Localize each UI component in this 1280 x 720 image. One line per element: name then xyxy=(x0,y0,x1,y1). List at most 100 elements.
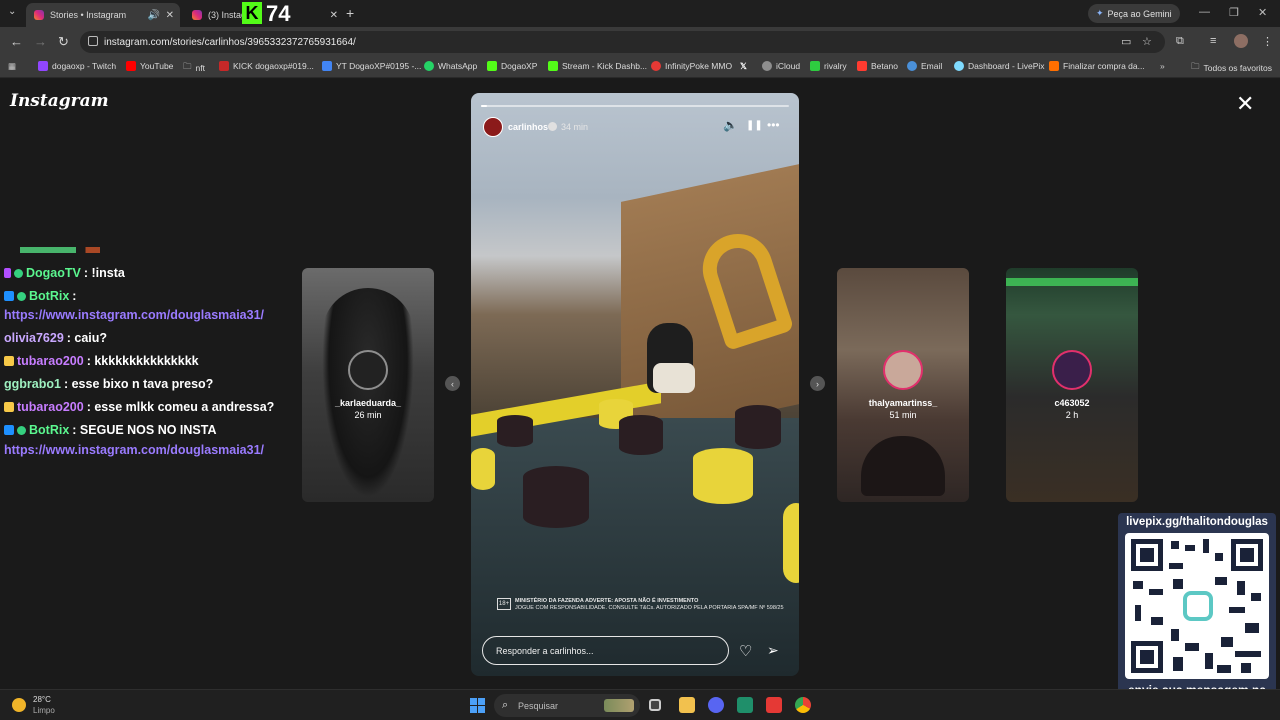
chat-username: tubarao200 xyxy=(17,354,84,368)
bookmark-whatsapp[interactable]: WhatsApp xyxy=(424,61,477,71)
window-close-icon[interactable]: ✕ xyxy=(1258,6,1267,19)
bookmark-infinitypoke[interactable]: InfinityPoke MMO xyxy=(651,61,732,71)
bookmark-twitch[interactable]: dogaoxp - Twitch xyxy=(38,61,116,71)
avatar xyxy=(348,350,388,390)
avatar xyxy=(1052,350,1092,390)
story-author-avatar[interactable] xyxy=(483,117,503,137)
start-windows-icon[interactable] xyxy=(470,698,485,713)
livepix-overlay: livepix.gg/thalitondouglas envie sua men… xyxy=(1118,513,1276,718)
audio-playing-icon[interactable]: 🔊 xyxy=(148,10,160,21)
disclaimer-text: MINISTÉRIO DA FAZENDA ADVERTE: APOSTA NÃ… xyxy=(515,598,785,612)
forward-arrow-icon[interactable]: → xyxy=(34,34,47,49)
main-story[interactable]: carlinhos 34 min 🔈 ❚❚ ••• 18+ MINISTÉRIO… xyxy=(471,93,799,676)
story-preview-image xyxy=(1006,278,1138,286)
rivalry-icon xyxy=(810,61,820,71)
previous-story-button[interactable]: ‹ xyxy=(445,376,460,391)
story-author-username[interactable]: carlinhos xyxy=(508,122,548,132)
restore-icon[interactable]: ❐ xyxy=(1229,6,1239,19)
story-preview-image xyxy=(861,436,945,496)
tab-title: (3) Instag xyxy=(208,10,247,20)
story-timestamp: 34 min xyxy=(561,122,589,132)
instagram-favicon-icon xyxy=(34,10,44,20)
extensions-icon[interactable]: ⧉ xyxy=(1176,35,1184,48)
tab-title: Stories • Instagram xyxy=(50,10,127,20)
bookmark-rivalry[interactable]: rivalry xyxy=(810,61,847,71)
app-red-icon[interactable] xyxy=(766,697,782,713)
bookmark-livepix[interactable]: Dashboard - LivePix xyxy=(954,61,1045,71)
task-view-icon[interactable] xyxy=(649,699,661,711)
bookmark-x[interactable]: 𝕏 xyxy=(740,61,747,72)
like-heart-icon[interactable]: ♡ xyxy=(739,642,752,660)
livepix-icon xyxy=(954,61,964,71)
side-story-c463052[interactable]: c463052 2 h xyxy=(1006,268,1138,502)
minimize-icon[interactable]: — xyxy=(1199,6,1210,18)
side-story-thalyamartinss[interactable]: thalyamartinss_ 51 min xyxy=(837,268,969,502)
tab-stories-instagram[interactable]: Stories • Instagram 🔊 ✕ xyxy=(26,3,180,27)
weather-temperature: 28°C xyxy=(33,695,51,704)
bookmark-youtube[interactable]: YouTube xyxy=(126,61,173,71)
chat-link[interactable]: https://www.instagram.com/douglasmaia31/ xyxy=(4,443,264,457)
email-icon xyxy=(907,61,917,71)
chat-link[interactable]: https://www.instagram.com/douglasmaia31/ xyxy=(4,308,264,322)
more-options-icon[interactable]: ••• xyxy=(767,118,780,132)
reload-icon[interactable]: ↻ xyxy=(58,34,69,50)
file-explorer-icon[interactable] xyxy=(679,697,695,713)
instagram-logo[interactable]: Instagram xyxy=(10,91,109,111)
kick-icon xyxy=(548,61,558,71)
app-green-icon[interactable] xyxy=(737,697,753,713)
share-send-icon[interactable]: ➢ xyxy=(767,642,779,659)
bookmark-star-icon[interactable]: ☆ xyxy=(1142,35,1152,48)
taskbar-search-input[interactable]: ⌕ Pesquisar xyxy=(494,694,640,717)
bookmark-checkout[interactable]: Finalizar compra da... xyxy=(1049,61,1145,71)
back-arrow-icon[interactable]: ← xyxy=(10,34,23,49)
bookmark-betano[interactable]: Betano xyxy=(857,61,898,71)
new-tab-button[interactable]: + xyxy=(346,5,354,21)
story-image-post xyxy=(783,503,799,583)
moon-weather-icon[interactable] xyxy=(12,698,26,712)
bookmark-folder-nft[interactable]: 🗀 nft xyxy=(183,61,205,75)
address-bar[interactable]: instagram.com/stories/carlinhos/39653323… xyxy=(80,31,1165,53)
kick-viewer-count: 74 xyxy=(266,1,291,26)
reply-input[interactable]: Responder a carlinhos... xyxy=(482,636,729,665)
bookmark-yt-dogaoxp[interactable]: YT DogaoXP#0195 -... xyxy=(322,61,421,71)
mute-icon[interactable]: 🔈 xyxy=(723,118,738,132)
browser-menu-icon[interactable]: ⋮ xyxy=(1262,35,1273,48)
icloud-icon xyxy=(762,61,772,71)
side-story-time: 51 min xyxy=(889,410,917,420)
discord-icon[interactable] xyxy=(708,697,724,713)
more-bookmarks-icon[interactable]: » xyxy=(1160,61,1165,71)
tab-close-icon[interactable]: ✕ xyxy=(166,10,174,21)
side-story-karlaeduarda[interactable]: _karlaeduarda_ 26 min xyxy=(302,268,434,502)
tab-close-icon[interactable]: ✕ xyxy=(330,10,338,21)
media-controls-icon[interactable]: ≡ xyxy=(1210,35,1216,47)
bookmark-kick-dashboard[interactable]: Stream - Kick Dashb... xyxy=(548,61,647,71)
cast-icon[interactable]: ▭ xyxy=(1121,35,1131,48)
bookmark-kick[interactable]: KICK dogaoxp#019... xyxy=(219,61,314,71)
pause-icon[interactable]: ❚❚ xyxy=(746,120,763,131)
bookmark-icloud[interactable]: iCloud xyxy=(762,61,800,71)
next-story-button[interactable]: › xyxy=(810,376,825,391)
chat-username: tubarao200 xyxy=(17,400,84,414)
windows-taskbar: 28°C Limpo ⌕ Pesquisar xyxy=(0,689,1280,720)
verified-badge-icon xyxy=(14,268,23,278)
tab-instagram-2[interactable]: (3) Instag ✕ xyxy=(184,3,344,27)
gemini-button[interactable]: ✦ Peça ao Gemini xyxy=(1088,4,1180,23)
site-info-icon[interactable] xyxy=(88,36,98,46)
story-image-post xyxy=(523,466,589,528)
bookmark-email[interactable]: Email xyxy=(907,61,942,71)
chat-text: : esse mlkk comeu a andressa? xyxy=(86,400,275,414)
chat-username: DogaoTV xyxy=(26,266,81,280)
youtube-icon xyxy=(126,61,136,71)
chrome-icon[interactable] xyxy=(795,697,811,713)
apps-grid-icon[interactable]: ▦ xyxy=(8,61,16,72)
story-progress-fill xyxy=(481,105,488,107)
story-image-post xyxy=(693,448,753,504)
side-story-time: 2 h xyxy=(1065,410,1079,420)
all-bookmarks[interactable]: 🗀 Todos os favoritos xyxy=(1191,61,1272,75)
tab-search-icon[interactable]: ⌄ xyxy=(8,6,16,17)
chat-message: BotRix : xyxy=(4,289,76,303)
profile-avatar[interactable] xyxy=(1234,34,1248,48)
close-stories-button[interactable]: ✕ xyxy=(1236,93,1254,115)
bookmark-dogaoxp[interactable]: DogaoXP xyxy=(487,61,537,71)
story-preview-image xyxy=(322,288,414,498)
